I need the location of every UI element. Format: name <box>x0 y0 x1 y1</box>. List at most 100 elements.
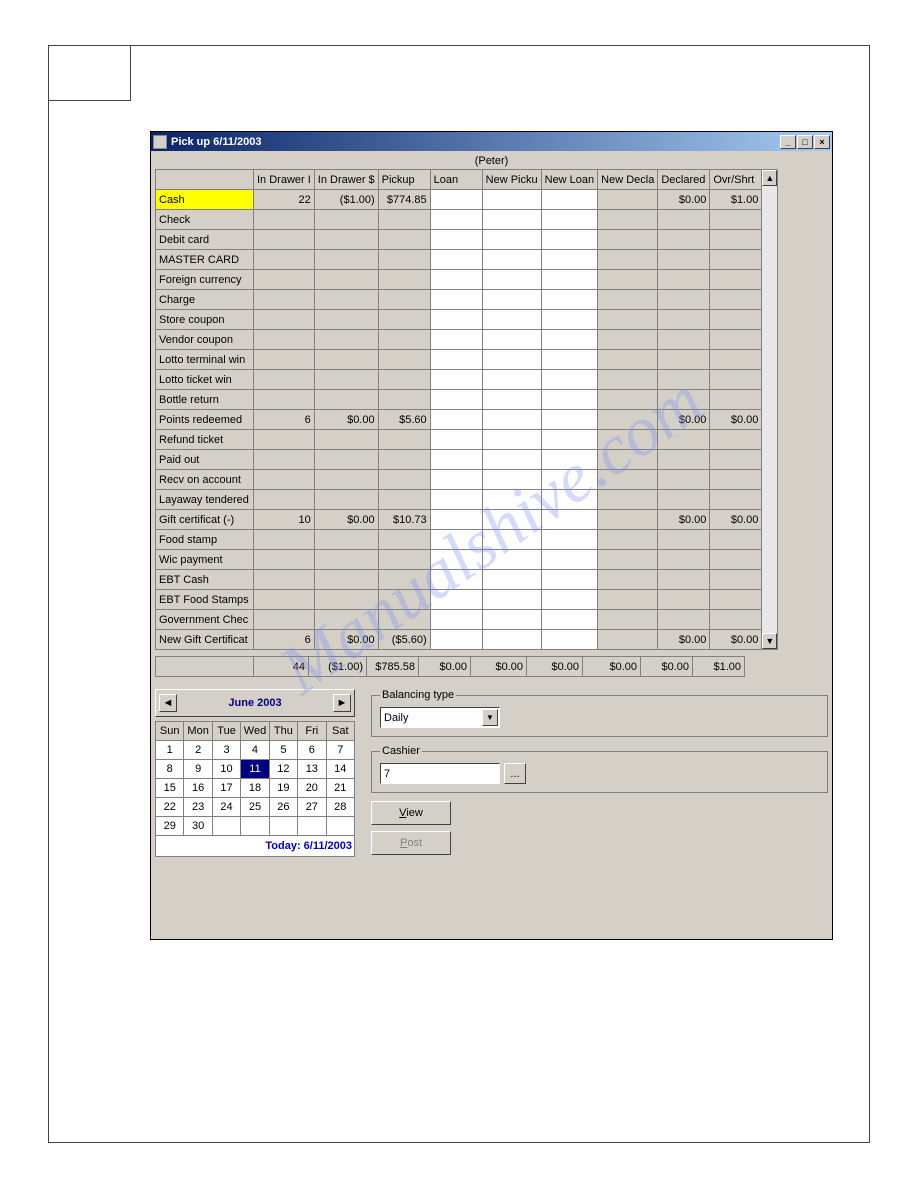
maximize-button[interactable]: □ <box>797 135 813 149</box>
calendar-day[interactable]: 26 <box>269 798 297 817</box>
calendar-day[interactable]: 4 <box>241 741 269 760</box>
calendar-day[interactable]: 18 <box>241 779 269 798</box>
calendar-day[interactable]: 7 <box>326 741 354 760</box>
scroll-up-icon[interactable]: ▲ <box>762 170 777 186</box>
column-header[interactable]: New Picku <box>482 170 541 190</box>
calendar-day[interactable]: 13 <box>298 760 326 779</box>
calendar-day[interactable]: 16 <box>184 779 212 798</box>
grid-cell[interactable] <box>482 610 541 630</box>
row-label[interactable]: Debit card <box>156 230 254 250</box>
close-button[interactable]: × <box>814 135 830 149</box>
grid-cell[interactable] <box>482 450 541 470</box>
calendar-day[interactable]: 17 <box>212 779 240 798</box>
grid-cell[interactable] <box>541 370 598 390</box>
grid-cell[interactable] <box>482 590 541 610</box>
calendar-day[interactable]: 28 <box>326 798 354 817</box>
grid-cell[interactable] <box>541 590 598 610</box>
grid-cell[interactable] <box>482 630 541 650</box>
calendar-day[interactable]: 22 <box>156 798 184 817</box>
calendar-day[interactable]: 1 <box>156 741 184 760</box>
grid-cell[interactable] <box>541 630 598 650</box>
grid-cell[interactable] <box>482 190 541 210</box>
post-button[interactable]: Post <box>371 831 451 855</box>
column-header[interactable]: Pickup <box>378 170 430 190</box>
column-header[interactable]: Loan <box>430 170 482 190</box>
grid-cell[interactable] <box>430 210 482 230</box>
grid-cell[interactable] <box>482 210 541 230</box>
calendar-day[interactable]: 5 <box>269 741 297 760</box>
chevron-down-icon[interactable]: ▼ <box>482 709 498 726</box>
grid-cell[interactable] <box>541 610 598 630</box>
row-label[interactable]: Store coupon <box>156 310 254 330</box>
calendar-day[interactable]: 10 <box>212 760 240 779</box>
grid-cell[interactable] <box>430 430 482 450</box>
grid-cell[interactable] <box>541 570 598 590</box>
grid-cell[interactable] <box>541 430 598 450</box>
calendar-day[interactable]: 3 <box>212 741 240 760</box>
view-button[interactable]: View <box>371 801 451 825</box>
grid-cell[interactable] <box>482 270 541 290</box>
calendar-day[interactable]: 12 <box>269 760 297 779</box>
grid-cell[interactable] <box>482 350 541 370</box>
grid-cell[interactable] <box>541 270 598 290</box>
calendar-day[interactable]: 14 <box>326 760 354 779</box>
calendar-day[interactable]: 24 <box>212 798 240 817</box>
calendar[interactable]: ◄ June 2003 ► SunMonTueWedThuFriSat12345… <box>155 689 355 861</box>
grid-cell[interactable] <box>430 510 482 530</box>
grid-cell[interactable] <box>430 590 482 610</box>
row-label[interactable]: Gift certificat (-) <box>156 510 254 530</box>
column-header[interactable]: New Loan <box>541 170 598 190</box>
calendar-day[interactable]: 25 <box>241 798 269 817</box>
grid-cell[interactable] <box>430 330 482 350</box>
row-label[interactable]: Cash <box>156 190 254 210</box>
grid-cell[interactable] <box>430 490 482 510</box>
grid-cell[interactable] <box>541 230 598 250</box>
row-label[interactable]: EBT Food Stamps <box>156 590 254 610</box>
cashier-input[interactable]: 7 <box>380 763 500 784</box>
row-label[interactable]: MASTER CARD <box>156 250 254 270</box>
grid-cell[interactable] <box>482 530 541 550</box>
calendar-day[interactable]: 15 <box>156 779 184 798</box>
row-label[interactable]: Food stamp <box>156 530 254 550</box>
row-label[interactable]: EBT Cash <box>156 570 254 590</box>
cashier-browse-button[interactable]: ... <box>504 763 526 784</box>
column-header[interactable]: In Drawer I <box>254 170 315 190</box>
calendar-day[interactable]: 29 <box>156 817 184 836</box>
grid-cell[interactable] <box>430 450 482 470</box>
row-label[interactable]: Paid out <box>156 450 254 470</box>
grid-cell[interactable] <box>482 410 541 430</box>
calendar-day[interactable]: 27 <box>298 798 326 817</box>
pickup-grid[interactable]: In Drawer IIn Drawer $PickupLoanNew Pick… <box>155 169 762 650</box>
row-label[interactable]: Refund ticket <box>156 430 254 450</box>
balancing-type-select[interactable]: Daily ▼ <box>380 707 500 728</box>
row-label[interactable]: Government Chec <box>156 610 254 630</box>
row-label[interactable]: Vendor coupon <box>156 330 254 350</box>
calendar-day[interactable]: 11 <box>241 760 269 779</box>
row-label[interactable]: Charge <box>156 290 254 310</box>
calendar-today[interactable]: Today: 6/11/2003 <box>155 836 355 857</box>
calendar-day[interactable]: 2 <box>184 741 212 760</box>
prev-month-button[interactable]: ◄ <box>159 694 177 712</box>
grid-cell[interactable] <box>541 250 598 270</box>
grid-cell[interactable] <box>541 330 598 350</box>
grid-cell[interactable] <box>541 350 598 370</box>
row-label[interactable]: Layaway tendered <box>156 490 254 510</box>
grid-cell[interactable] <box>482 490 541 510</box>
grid-cell[interactable] <box>482 310 541 330</box>
grid-cell[interactable] <box>430 630 482 650</box>
grid-cell[interactable] <box>541 490 598 510</box>
column-header[interactable]: In Drawer $ <box>314 170 378 190</box>
grid-cell[interactable] <box>430 390 482 410</box>
grid-cell[interactable] <box>430 290 482 310</box>
grid-cell[interactable] <box>482 370 541 390</box>
calendar-day[interactable]: 30 <box>184 817 212 836</box>
grid-cell[interactable] <box>482 330 541 350</box>
grid-cell[interactable] <box>430 310 482 330</box>
row-label[interactable]: Recv on account <box>156 470 254 490</box>
grid-cell[interactable] <box>430 370 482 390</box>
minimize-button[interactable]: _ <box>780 135 796 149</box>
grid-cell[interactable] <box>430 350 482 370</box>
column-header[interactable] <box>156 170 254 190</box>
row-label[interactable]: Bottle return <box>156 390 254 410</box>
calendar-day[interactable]: 6 <box>298 741 326 760</box>
